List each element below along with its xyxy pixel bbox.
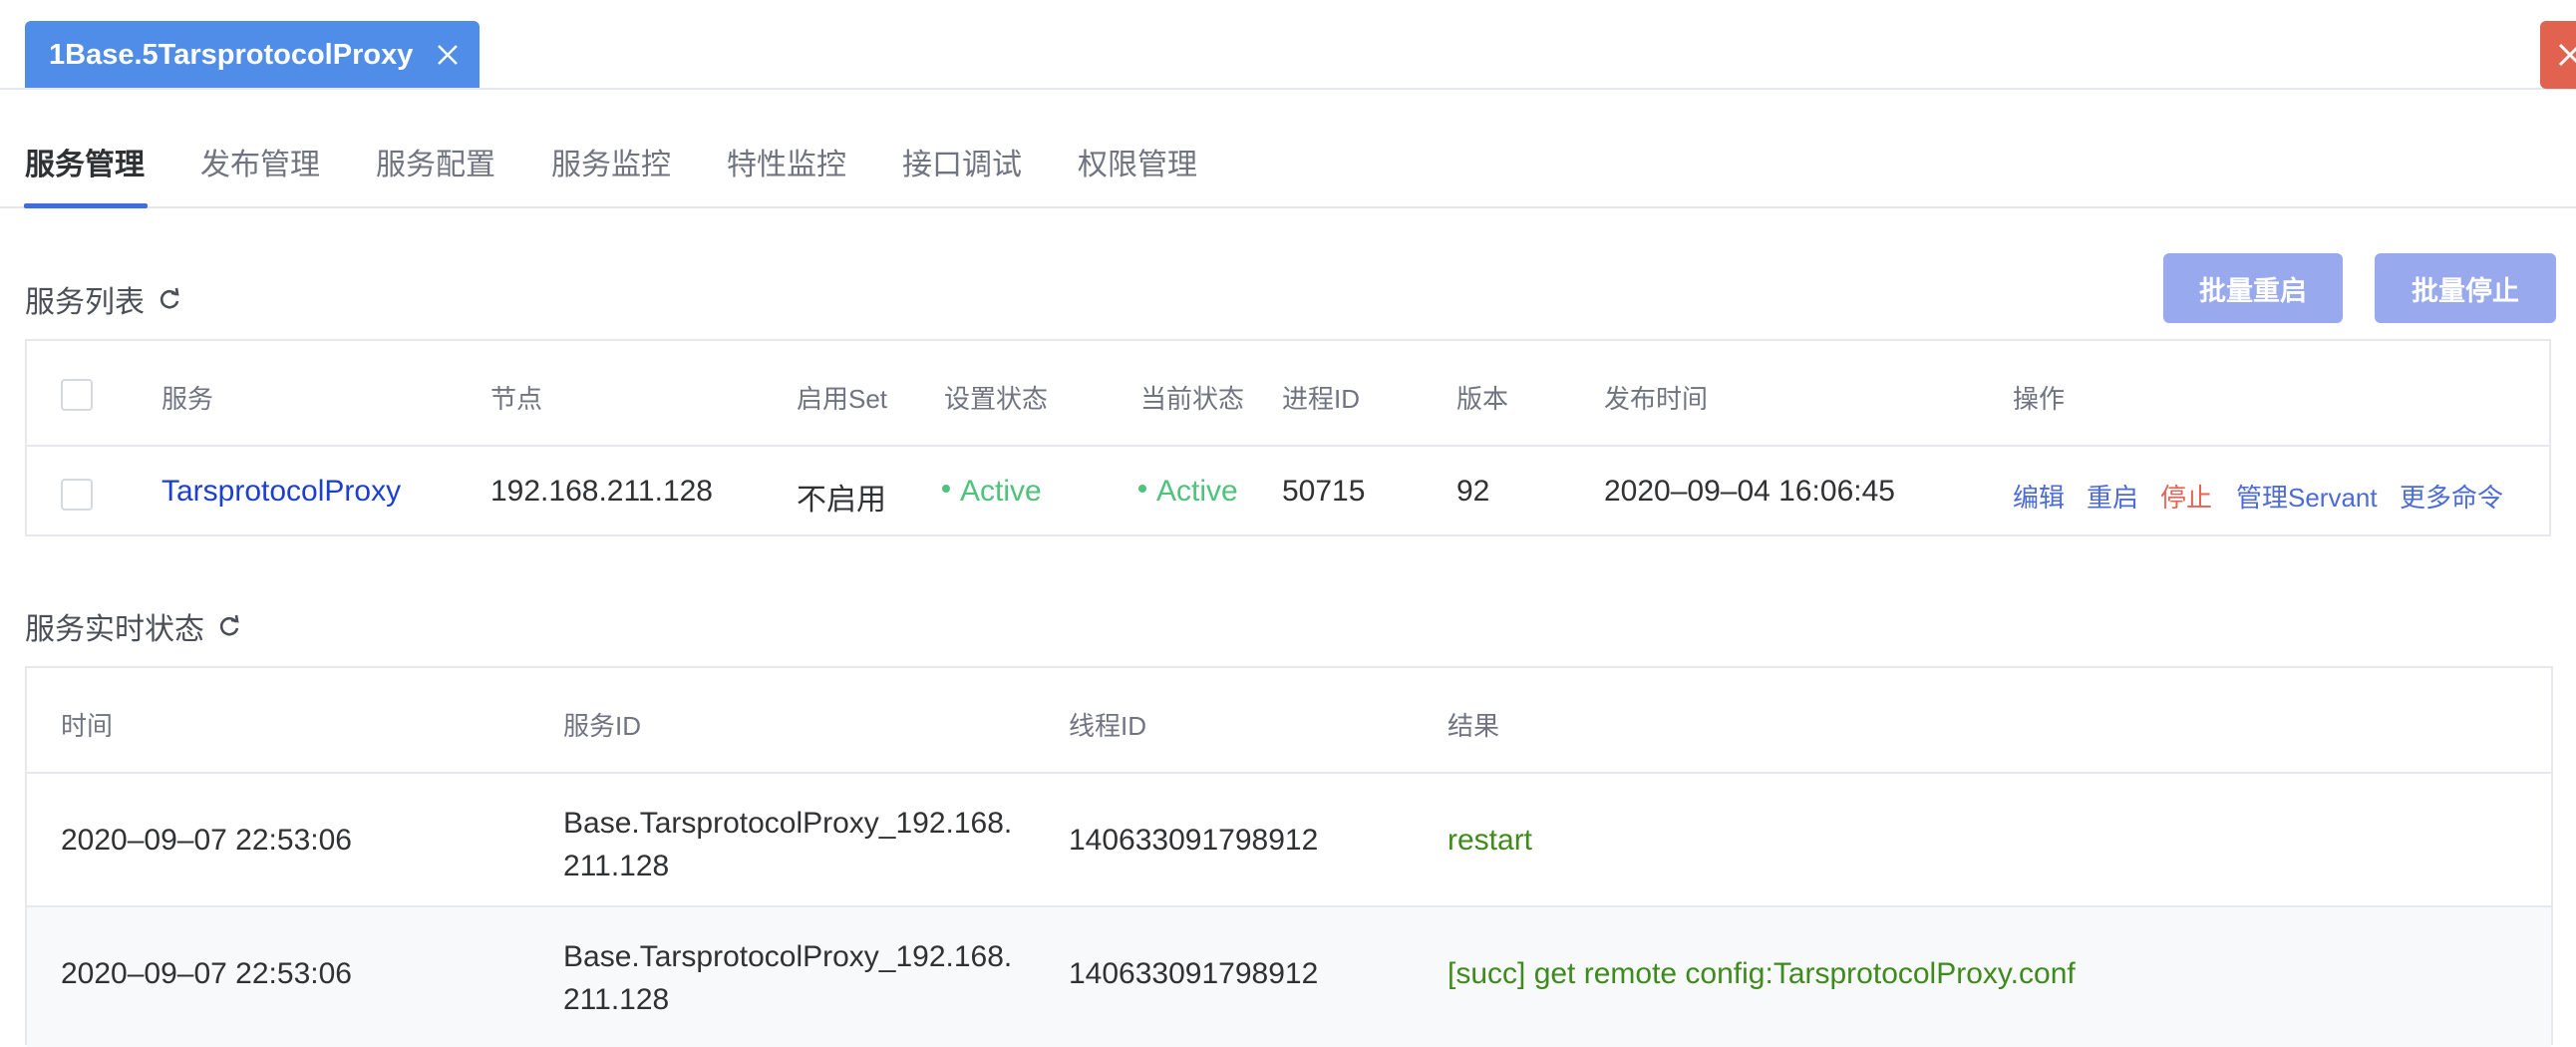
service-id-line-2: 211.128 <box>563 983 670 1016</box>
status-dot-icon <box>942 485 950 494</box>
header-operations: 操作 <box>2013 384 2066 414</box>
version: 92 <box>1456 475 1490 508</box>
process-id: 50715 <box>1282 475 1366 508</box>
tab-service-monitor[interactable]: 服务监控 <box>551 140 671 183</box>
header-version: 版本 <box>1456 384 1509 414</box>
header-thread-id: 线程ID <box>1069 711 1147 741</box>
service-table: 服务 节点 启用Set 设置状态 当前状态 进程ID 版本 发布时间 操作 Ta… <box>25 339 2551 536</box>
active-tab-indicator <box>24 203 148 208</box>
publish-time: 2020–09–04 16:06:45 <box>1604 475 1895 508</box>
header-time: 时间 <box>61 711 114 741</box>
tab-bar-divider <box>0 88 2576 90</box>
header-pid: 进程ID <box>1282 384 1361 414</box>
header-service-id: 服务ID <box>563 711 642 741</box>
status-service-id: Base.TarsprotocolProxy_192.168. 211.128 <box>563 935 1012 1021</box>
row-divider <box>27 445 2549 447</box>
select-all-checkbox[interactable] <box>61 379 93 411</box>
window-tab-title: 1Base.5TarsprotocolProxy <box>49 38 414 71</box>
status-thread-id: 140633091798912 <box>1069 957 1319 990</box>
service-name-link[interactable]: TarsprotocolProxy <box>161 475 401 509</box>
status-result: restart <box>1448 824 1533 857</box>
service-id-line-1: Base.TarsprotocolProxy_192.168. <box>563 940 1013 973</box>
setting-status: Active <box>942 475 1042 509</box>
more-commands-link[interactable]: 更多命令 <box>2400 478 2503 515</box>
window-tab[interactable]: 1Base.5TarsprotocolProxy <box>25 21 480 89</box>
node-ip: 192.168.211.128 <box>490 475 713 508</box>
status-time: 2020–09–07 22:53:06 <box>61 824 352 857</box>
nav-divider <box>0 206 2576 208</box>
tab-feature-monitor[interactable]: 特性监控 <box>727 140 846 183</box>
service-list-title: 服务列表 <box>25 277 182 321</box>
table-row: 2020–09–07 22:53:06 Base.TarsprotocolPro… <box>27 907 2551 1047</box>
row-divider <box>27 772 2551 774</box>
setting-status-text: Active <box>960 475 1042 508</box>
close-icon <box>2558 43 2576 67</box>
refresh-icon[interactable] <box>216 613 242 639</box>
manage-servant-link[interactable]: 管理Servant <box>2236 478 2378 515</box>
set-enabled: 不启用 <box>797 484 886 517</box>
header-current-status: 当前状态 <box>1140 384 1245 414</box>
tab-permission-management[interactable]: 权限管理 <box>1078 140 1197 183</box>
tab-interface-debug[interactable]: 接口调试 <box>902 140 1022 183</box>
header-result: 结果 <box>1448 711 1500 741</box>
current-status-text: Active <box>1156 475 1238 508</box>
service-list-title-text: 服务列表 <box>25 286 145 319</box>
status-thread-id: 140633091798912 <box>1069 824 1319 857</box>
tab-service-config[interactable]: 服务配置 <box>376 140 495 183</box>
restart-link[interactable]: 重启 <box>2087 478 2138 515</box>
current-status: Active <box>1138 475 1238 509</box>
realtime-status-title: 服务实时状态 <box>25 604 242 648</box>
realtime-status-table: 时间 服务ID 线程ID 结果 2020–09–07 22:53:06 Base… <box>25 666 2553 1047</box>
tab-publish-management[interactable]: 发布管理 <box>200 140 320 183</box>
header-service: 服务 <box>161 384 214 414</box>
status-time: 2020–09–07 22:53:06 <box>61 957 352 990</box>
refresh-icon[interactable] <box>157 286 182 312</box>
batch-stop-button[interactable]: 批量停止 <box>2375 253 2556 323</box>
status-result: [succ] get remote config:TarsprotocolPro… <box>1448 957 2076 990</box>
close-all-button[interactable] <box>2540 21 2576 89</box>
header-setting-status: 设置状态 <box>944 384 1049 414</box>
header-node: 节点 <box>490 384 543 414</box>
tab-service-management[interactable]: 服务管理 <box>25 140 145 183</box>
header-set: 启用Set <box>797 384 888 414</box>
status-service-id: Base.TarsprotocolProxy_192.168. 211.128 <box>563 802 1012 887</box>
header-publish-time: 发布时间 <box>1604 384 1709 414</box>
service-id-line-1: Base.TarsprotocolProxy_192.168. <box>563 807 1013 840</box>
edit-link[interactable]: 编辑 <box>2013 478 2065 515</box>
service-id-line-2: 211.128 <box>563 850 670 882</box>
row-checkbox[interactable] <box>61 479 93 511</box>
close-icon[interactable] <box>436 43 460 67</box>
realtime-status-title-text: 服务实时状态 <box>25 613 204 646</box>
status-dot-icon <box>1138 485 1146 494</box>
stop-link[interactable]: 停止 <box>2160 478 2212 515</box>
batch-restart-button[interactable]: 批量重启 <box>2163 253 2343 323</box>
